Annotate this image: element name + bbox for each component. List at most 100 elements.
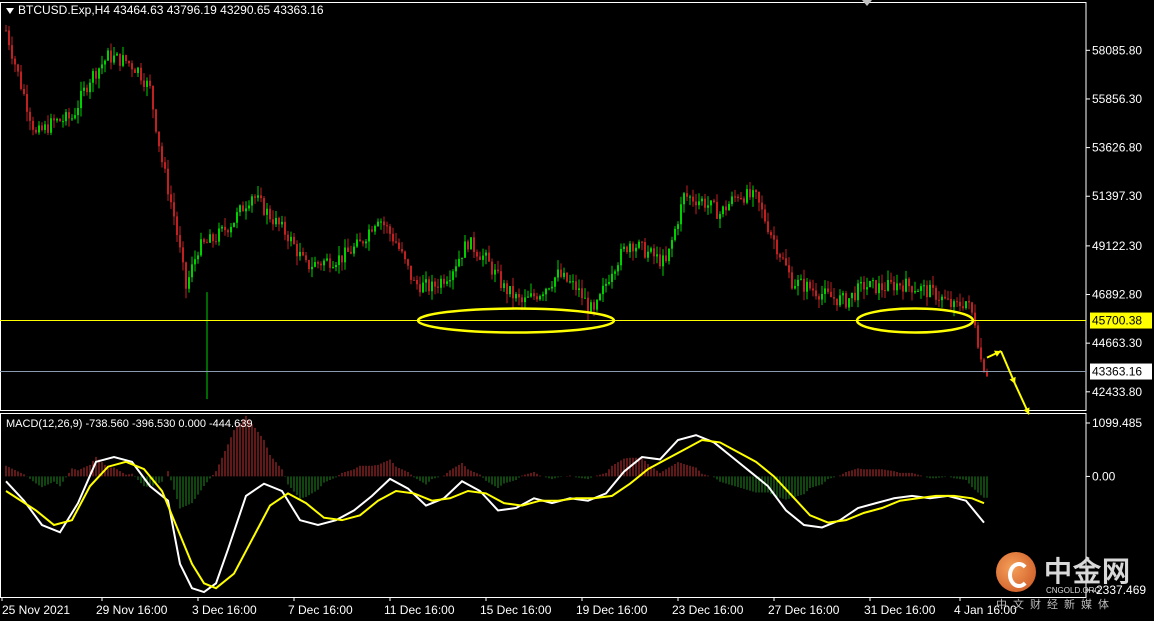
time-tick-label: 23 Dec 16:00 (672, 603, 744, 617)
candle-body (74, 115, 76, 119)
candle-body (344, 247, 346, 263)
candle-body (155, 109, 157, 132)
candle-body (368, 229, 370, 242)
time-tick-label: 31 Dec 16:00 (864, 603, 936, 617)
candle-body (860, 281, 862, 284)
candle-body (722, 206, 724, 215)
candle-body (857, 283, 859, 301)
candle-body (401, 248, 403, 252)
candle-body (113, 55, 115, 63)
candle-body (14, 58, 16, 65)
candle-body (983, 359, 985, 372)
candle-body (419, 284, 421, 293)
candle-body (779, 254, 781, 258)
candle-body (962, 306, 964, 309)
candle-body (638, 241, 640, 248)
candle-body (671, 240, 673, 249)
candle-body (392, 233, 394, 242)
candle-body (377, 221, 379, 226)
candle-body (923, 285, 925, 287)
candle-body (494, 269, 496, 275)
candle-body (188, 277, 190, 289)
candle-body (530, 293, 532, 297)
candle-body (899, 283, 901, 286)
candle-body (230, 226, 232, 233)
candle-body (422, 282, 424, 293)
candle-body (938, 299, 940, 301)
candle-body (974, 312, 976, 326)
candle-body (107, 50, 109, 61)
candle-body (179, 235, 181, 248)
candle-body (8, 30, 10, 46)
price-tick-label: 49122.30 (1092, 239, 1142, 253)
candle-body (77, 108, 79, 116)
candle-body (137, 67, 139, 74)
candle-body (527, 296, 529, 298)
candle-body (593, 302, 595, 310)
candle-body (641, 241, 643, 243)
chart-header: BTCUSD.Exp,H4 43464.63 43796.19 43290.65… (6, 3, 324, 17)
candle-body (584, 297, 586, 299)
candle-body (932, 284, 934, 288)
candle-body (740, 198, 742, 200)
candle-body (332, 267, 334, 269)
candle-body (602, 285, 604, 295)
candle-body (68, 112, 70, 119)
candle-body (404, 251, 406, 260)
symbol-label: BTCUSD.Exp,H4 (18, 3, 111, 17)
candle-body (947, 298, 949, 300)
candle-body (554, 277, 556, 287)
price-tick-label: 46892.80 (1092, 288, 1142, 302)
candle-body (737, 196, 739, 199)
candle-body (812, 288, 814, 291)
candle-body (239, 205, 241, 213)
candle-body (542, 294, 544, 297)
candle-body (647, 251, 649, 258)
candle-body (701, 198, 703, 202)
candle-body (908, 278, 910, 287)
candle-body (257, 195, 259, 198)
candle-body (716, 202, 718, 219)
candle-body (161, 146, 163, 163)
candle-body (176, 216, 178, 236)
candle-body (854, 292, 856, 301)
candle-body (467, 241, 469, 250)
candle-body (233, 222, 235, 227)
price-tick-label: 58085.80 (1092, 43, 1142, 57)
candle-body (35, 129, 37, 133)
candle-body (632, 243, 634, 252)
candle-body (794, 286, 796, 289)
menu-triangle-icon[interactable] (6, 7, 14, 14)
candle-body (887, 279, 889, 291)
candle-body (512, 286, 514, 299)
candle-body (470, 237, 472, 250)
logo-name: 中金网 (1044, 555, 1132, 588)
candle-body (944, 296, 946, 299)
candle-body (266, 208, 268, 215)
candle-body (572, 281, 574, 283)
candle-body (278, 217, 280, 225)
candle-body (845, 293, 847, 308)
candle-body (242, 205, 244, 212)
candle-body (410, 265, 412, 280)
candle-body (248, 205, 250, 209)
time-tick-label: 29 Nov 16:00 (96, 603, 168, 617)
candle-body (197, 255, 199, 260)
candle-body (791, 272, 793, 289)
candle-body (182, 247, 184, 263)
candle-body (713, 200, 715, 203)
candle-body (173, 202, 175, 217)
candle-body (371, 229, 373, 232)
candle-body (881, 283, 883, 291)
candle-body (92, 71, 94, 83)
macd-main-line (5, 434, 985, 594)
candle-body (668, 248, 670, 262)
candle-body (686, 193, 688, 197)
candle-body (548, 288, 550, 290)
candle-body (185, 262, 187, 289)
candle-body (890, 279, 892, 282)
candle-body (353, 246, 355, 254)
candle-body (902, 285, 904, 292)
candle-body (200, 239, 202, 256)
candle-body (734, 196, 736, 198)
